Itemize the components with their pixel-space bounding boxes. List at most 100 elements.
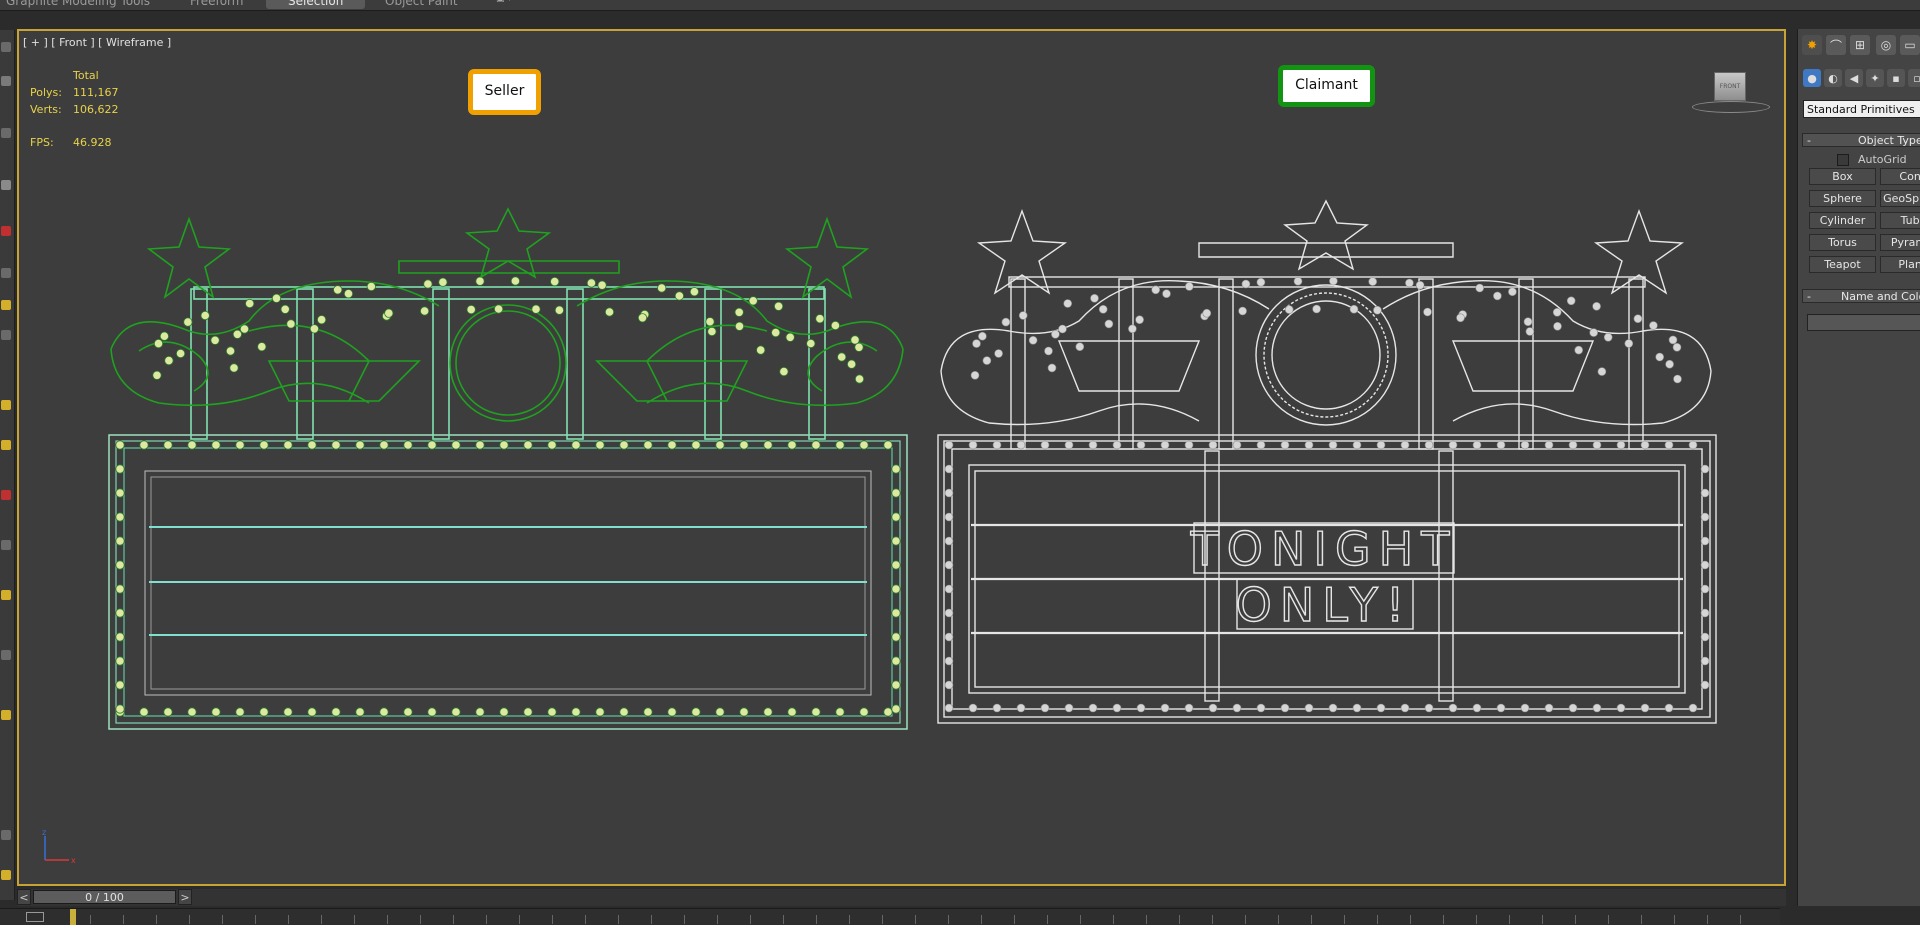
helper-icon[interactable] [1, 400, 11, 410]
marquee-text-tonight: TONIGHT [1190, 522, 1458, 576]
bulb [1700, 632, 1710, 642]
tab-selection[interactable]: Selection [266, 0, 366, 9]
trackbar-tick [1311, 915, 1312, 924]
tab-freeform[interactable]: Freeform [190, 0, 243, 9]
trackbar-tick [1344, 915, 1345, 924]
seller-callout: Seller [468, 69, 541, 115]
bulb [259, 707, 269, 717]
object-name-field[interactable] [1807, 314, 1920, 331]
sphere-button[interactable]: Sphere [1809, 190, 1876, 207]
helpers-icon[interactable]: ▪ [1887, 69, 1905, 87]
bulb [1568, 703, 1578, 713]
cylinder-button[interactable]: Cylinder [1809, 212, 1876, 229]
display-tab-icon[interactable]: ▭ [1900, 35, 1920, 55]
stats-verts-label: Verts: [30, 103, 62, 116]
trackbar-tick [585, 915, 586, 924]
move-icon[interactable] [1, 76, 11, 86]
viewcube-compass-ring[interactable] [1692, 101, 1770, 113]
bulb [1256, 277, 1266, 287]
rotate-icon[interactable] [1, 128, 11, 138]
tube-button[interactable]: Tube [1880, 212, 1920, 229]
bulb [1064, 440, 1074, 450]
box-button[interactable]: Box [1809, 168, 1876, 185]
bulb [1456, 313, 1465, 323]
bulb [1040, 703, 1050, 713]
ribbon-options-icon[interactable]: ▣ ▾ [496, 0, 522, 6]
bulb [235, 707, 245, 717]
scale-icon[interactable] [1, 180, 11, 190]
tab-graphite-modeling-tools[interactable]: Graphite Modeling Tools [6, 0, 150, 9]
scene-wireframe[interactable]: TONIGHT ONLY! [19, 31, 1786, 886]
motion-tab-icon[interactable]: ◎ [1876, 35, 1896, 55]
lights-icon[interactable]: ◀ [1845, 69, 1863, 87]
trackbar-tick [783, 915, 784, 924]
trackbar-tick [552, 915, 553, 924]
link-icon[interactable] [1, 540, 11, 550]
light-icon[interactable] [1, 300, 11, 310]
bulb [510, 276, 520, 286]
bulb [1424, 703, 1434, 713]
create-tab-icon[interactable]: ✸ [1802, 35, 1822, 55]
camera-icon[interactable] [1, 330, 11, 340]
select-icon[interactable] [1, 42, 11, 52]
modifier-icon[interactable] [1, 490, 11, 500]
bulb [1160, 703, 1170, 713]
bulb [891, 536, 901, 546]
time-marker[interactable] [70, 909, 76, 925]
bulb [1700, 584, 1710, 594]
mirror-icon[interactable] [1, 268, 11, 278]
bulb [176, 348, 186, 359]
torus-button[interactable]: Torus [1809, 234, 1876, 251]
bulb [427, 707, 437, 717]
extra-tool-icon[interactable] [1, 870, 11, 880]
autogrid-checkbox[interactable] [1837, 154, 1849, 166]
plane-button[interactable]: Plane [1880, 256, 1920, 273]
bulb [1018, 311, 1028, 320]
bulb [1151, 285, 1160, 295]
time-prev-button[interactable]: < [17, 889, 31, 905]
cameras-icon[interactable]: ✦ [1866, 69, 1884, 87]
time-next-button[interactable]: > [178, 889, 192, 905]
viewport-label[interactable]: [ + ] [ Front ] [ Wireframe ] [23, 36, 171, 49]
bulb [153, 338, 164, 349]
bulb [427, 440, 437, 450]
pyramid-button[interactable]: Pyramid [1880, 234, 1920, 251]
bulb [1016, 440, 1026, 450]
trackbar[interactable] [0, 908, 1780, 925]
tab-object-paint[interactable]: Object Paint [385, 0, 458, 9]
time-slider-thumb[interactable]: 0 / 100 [33, 890, 176, 904]
snap-icon[interactable] [1, 226, 11, 236]
geosphere-button[interactable]: GeoSphere [1880, 190, 1920, 207]
material-icon[interactable] [1, 590, 11, 600]
object-type-rollout-header[interactable]: - Object Type [1802, 133, 1920, 147]
bulb [1001, 317, 1011, 327]
shapes-icon[interactable]: ◐ [1824, 69, 1842, 87]
bulb [1672, 342, 1682, 352]
trackbar-tick [915, 915, 916, 924]
bulb [891, 632, 901, 642]
bulb [316, 315, 327, 325]
layer-icon[interactable] [1, 830, 11, 840]
cone-button[interactable]: Cone [1880, 168, 1920, 185]
bulb [1232, 703, 1242, 713]
bulb [1688, 440, 1698, 450]
render-icon[interactable] [1, 650, 11, 660]
bulb [1640, 440, 1650, 450]
curve-editor-icon[interactable] [1, 710, 11, 720]
object-category-dropdown[interactable]: Standard Primitives [1803, 100, 1920, 118]
trackbar-toggle-icon[interactable] [26, 912, 44, 922]
bulb [1112, 703, 1122, 713]
modify-tab-icon[interactable]: ⌒ [1826, 35, 1846, 55]
front-viewport[interactable]: TONIGHT ONLY! [ + ] [ Front ] [ Wirefram… [17, 29, 1786, 886]
bulb [763, 440, 773, 450]
bulb [891, 512, 901, 522]
hierarchy-tab-icon[interactable]: ⊞ [1850, 35, 1870, 55]
bulb [307, 440, 317, 450]
teapot-button[interactable]: Teapot [1809, 256, 1876, 273]
spacewarps-icon[interactable]: ▫ [1908, 69, 1920, 87]
geometry-icon[interactable]: ● [1803, 69, 1821, 87]
bulb [307, 707, 317, 717]
viewcube[interactable]: FRONT [1714, 72, 1746, 101]
name-color-rollout-header[interactable]: - Name and Color [1802, 289, 1920, 303]
shape-icon[interactable] [1, 440, 11, 450]
